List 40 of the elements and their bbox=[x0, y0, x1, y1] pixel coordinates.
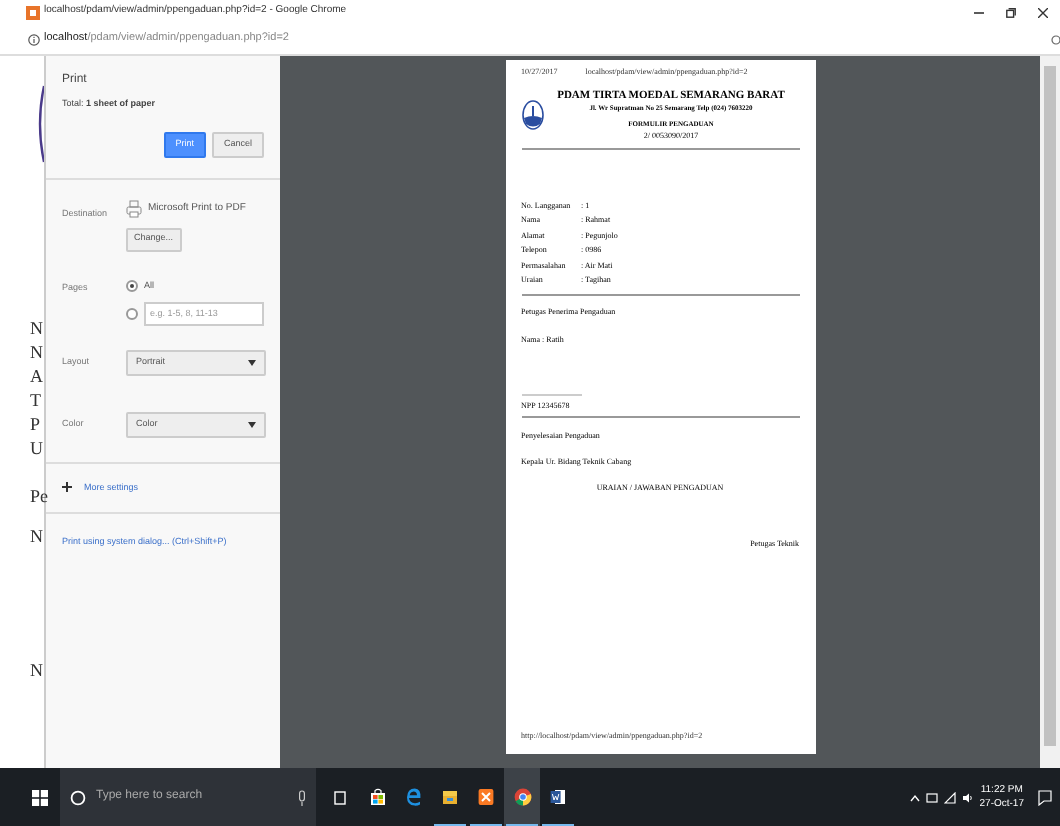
page-letter: T bbox=[30, 388, 43, 412]
chevron-up-icon[interactable] bbox=[909, 793, 920, 801]
circle-fragment-icon bbox=[36, 84, 44, 164]
network-icon[interactable] bbox=[943, 791, 956, 803]
notification-icon[interactable] bbox=[1038, 789, 1052, 805]
page-letter: N bbox=[30, 316, 45, 340]
restore-icon[interactable] bbox=[1006, 7, 1016, 17]
minimize-icon[interactable] bbox=[974, 9, 984, 15]
xampp-icon bbox=[478, 788, 494, 806]
radio-button[interactable] bbox=[126, 280, 138, 293]
page-letter: A bbox=[30, 364, 45, 388]
page-letter: Pe bbox=[30, 484, 48, 508]
plus-icon[interactable] bbox=[62, 482, 72, 493]
page-letter: U bbox=[30, 436, 45, 460]
taskbar-app-button[interactable] bbox=[504, 768, 540, 826]
info-icon[interactable] bbox=[28, 33, 40, 45]
word-document-icon bbox=[550, 788, 566, 806]
radio-button[interactable] bbox=[126, 307, 138, 319]
page-letter: N bbox=[30, 524, 45, 548]
page-letter: P bbox=[30, 412, 43, 436]
device-icon[interactable] bbox=[925, 791, 938, 803]
caret-icon bbox=[248, 421, 256, 427]
printer-icon bbox=[126, 199, 142, 218]
close-icon[interactable] bbox=[1038, 7, 1048, 17]
edge-browser-icon bbox=[406, 788, 422, 806]
volume-icon[interactable] bbox=[961, 791, 974, 803]
folder-icon bbox=[442, 788, 458, 806]
search-icon[interactable] bbox=[1050, 33, 1060, 45]
task-view-icon[interactable] bbox=[332, 789, 348, 805]
caret-icon bbox=[248, 359, 256, 365]
windows-start-icon[interactable] bbox=[32, 789, 48, 805]
microphone-icon[interactable] bbox=[298, 789, 306, 805]
company-logo-icon bbox=[521, 100, 543, 130]
page-letter: N bbox=[30, 340, 45, 364]
shopping-bag-icon bbox=[370, 788, 386, 806]
page-letter: N bbox=[30, 658, 45, 682]
cortana-icon bbox=[70, 789, 86, 805]
scrollbar-thumb[interactable] bbox=[1044, 66, 1056, 746]
chrome-favicon-icon bbox=[26, 5, 40, 19]
chrome-icon bbox=[513, 788, 531, 806]
